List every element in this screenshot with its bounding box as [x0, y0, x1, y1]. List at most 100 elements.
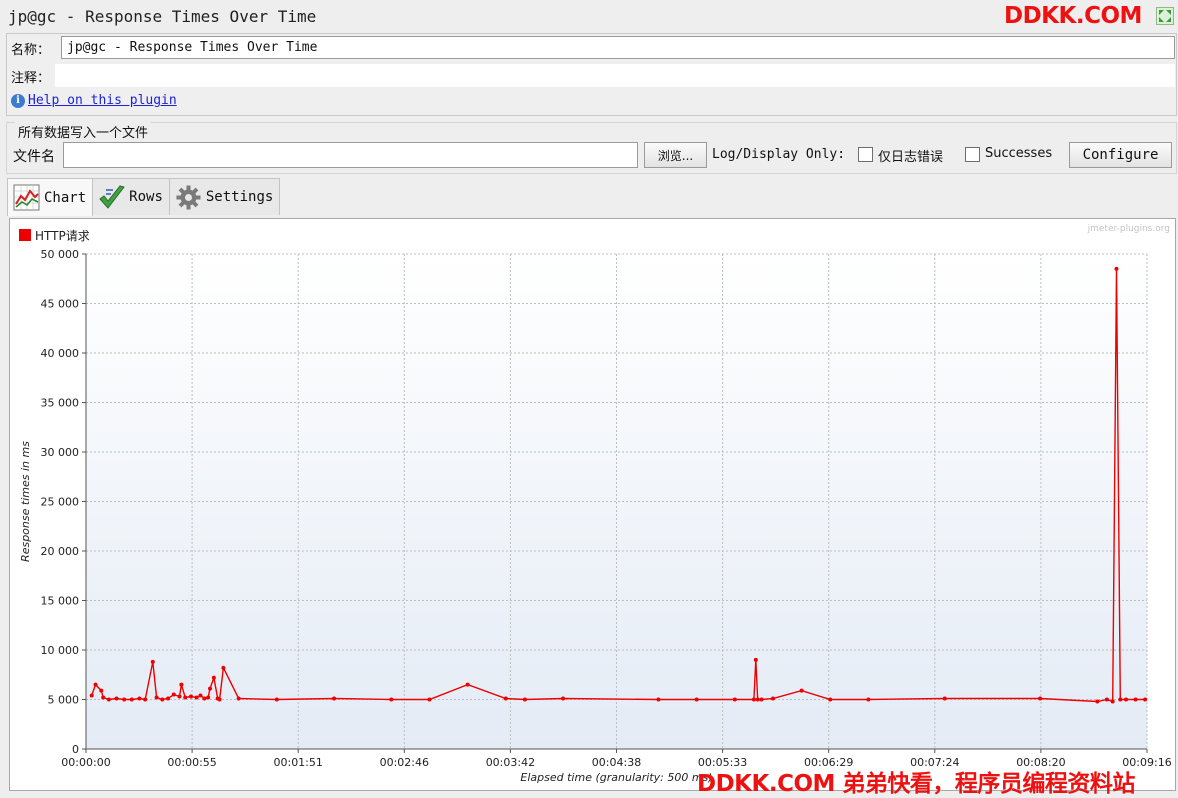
data-point — [465, 682, 470, 687]
data-point — [221, 665, 226, 670]
log-display-label: Log/Display Only: — [712, 147, 846, 162]
data-point — [179, 682, 184, 687]
data-point — [114, 696, 119, 701]
y-tick-label: 25 000 — [41, 496, 80, 509]
y-tick-label: 15 000 — [41, 595, 80, 608]
tab-settings[interactable]: Settings — [168, 178, 281, 215]
y-tick-label: 5 000 — [48, 694, 80, 707]
tab-chart[interactable]: Chart — [7, 178, 94, 216]
watermark-top: DDKK.COM — [1004, 3, 1142, 29]
x-tick-label: 00:02:46 — [380, 756, 429, 769]
data-point — [427, 697, 432, 702]
checkmark-icon — [99, 184, 126, 209]
legend-swatch — [19, 229, 31, 241]
data-point — [694, 697, 699, 702]
tab-chart-label: Chart — [44, 189, 87, 206]
expand-icon[interactable] — [1156, 7, 1174, 25]
data-point — [106, 697, 111, 702]
y-tick-label: 20 000 — [41, 545, 80, 558]
browse-button[interactable]: 浏览... — [644, 142, 707, 168]
data-point — [217, 697, 222, 702]
y-axis-label: Response times in ms — [19, 441, 32, 562]
x-axis-label: Elapsed time (granularity: 500 ms) — [520, 771, 712, 784]
x-tick-label: 00:00:00 — [61, 756, 110, 769]
legend-label: HTTP请求 — [35, 229, 90, 243]
successes-checkbox[interactable] — [965, 147, 980, 162]
data-point — [150, 659, 155, 664]
data-point — [89, 693, 94, 698]
y-tick-label: 50 000 — [41, 248, 80, 261]
data-point — [154, 695, 159, 700]
data-point — [751, 697, 756, 702]
x-tick-label: 00:00:55 — [167, 756, 216, 769]
data-point — [759, 697, 764, 702]
data-point — [332, 696, 337, 701]
name-field[interactable]: jp@gc - Response Times Over Time — [61, 36, 1175, 59]
file-section: 所有数据写入一个文件 文件名 浏览... Log/Display Only: 仅… — [6, 122, 1177, 174]
configure-button[interactable]: Configure — [1069, 142, 1172, 168]
filename-label: 文件名 — [13, 149, 55, 165]
data-point — [208, 686, 213, 691]
chart-icon — [13, 184, 40, 211]
data-point — [1104, 697, 1109, 702]
data-point — [183, 695, 188, 700]
filename-field[interactable] — [63, 142, 638, 168]
data-point — [561, 696, 566, 701]
data-point — [753, 657, 758, 662]
tab-rows[interactable]: Rows — [92, 178, 170, 215]
watermark-bottom: DDKK.COM 弟弟快看，程序员编程资料站 — [697, 771, 1135, 797]
data-point — [122, 697, 127, 702]
x-tick-label: 00:04:38 — [592, 756, 641, 769]
data-point — [137, 696, 142, 701]
data-point — [198, 693, 203, 698]
data-point — [1038, 696, 1043, 701]
gear-icon — [176, 185, 201, 209]
y-tick-label: 0 — [72, 743, 79, 756]
data-point — [166, 696, 171, 701]
data-point — [503, 696, 508, 701]
tab-settings-label: Settings — [205, 189, 274, 205]
data-point — [99, 688, 104, 693]
comment-label: 注释： — [11, 71, 51, 86]
help-link[interactable]: Help on this plugin — [28, 93, 177, 108]
data-point — [799, 688, 804, 693]
data-point — [770, 696, 775, 701]
data-point — [828, 697, 833, 702]
info-icon: i — [11, 93, 25, 108]
data-point — [194, 695, 199, 700]
data-point — [188, 694, 193, 699]
data-point — [1118, 697, 1123, 702]
data-point — [1114, 266, 1119, 271]
data-point — [866, 697, 871, 702]
title-bar: jp@gc - Response Times Over Time DDKK.CO… — [0, 0, 1178, 34]
data-point — [160, 697, 165, 702]
data-point — [522, 697, 527, 702]
comment-field[interactable] — [55, 64, 1175, 87]
help-row: i Help on this plugin — [11, 93, 177, 108]
data-point — [101, 695, 106, 700]
data-point — [1124, 697, 1129, 702]
file-section-title: 所有数据写入一个文件 — [15, 122, 152, 141]
window-title: jp@gc - Response Times Over Time — [8, 7, 317, 26]
credit-label: jmeter-plugins.org — [1087, 224, 1170, 234]
data-point — [206, 695, 211, 700]
data-point — [93, 682, 98, 687]
data-point — [1133, 697, 1138, 702]
data-point — [732, 697, 737, 702]
chart-panel: HTTP请求 jmeter-plugins.org 50 000 45 000 40 0… — [9, 218, 1176, 791]
tab-bar: Chart Rows Settings — [7, 178, 281, 216]
successes-label: Successes — [985, 146, 1053, 161]
y-tick-label: 45 000 — [41, 298, 80, 311]
response-times-chart: HTTP请求 jmeter-plugins.org 50 000 45 000 40 0… — [19, 224, 1172, 784]
data-point — [656, 697, 661, 702]
data-point — [202, 696, 207, 701]
data-point — [389, 697, 394, 702]
errors-only-checkbox[interactable] — [858, 147, 873, 162]
errors-only-label: 仅日志错误 — [878, 150, 944, 165]
data-point — [755, 697, 760, 702]
tab-rows-label: Rows — [129, 189, 163, 205]
y-tick-label: 40 000 — [41, 347, 80, 360]
data-point — [1143, 697, 1148, 702]
y-tick-label: 35 000 — [41, 397, 80, 410]
x-tick-label: 00:03:42 — [486, 756, 535, 769]
